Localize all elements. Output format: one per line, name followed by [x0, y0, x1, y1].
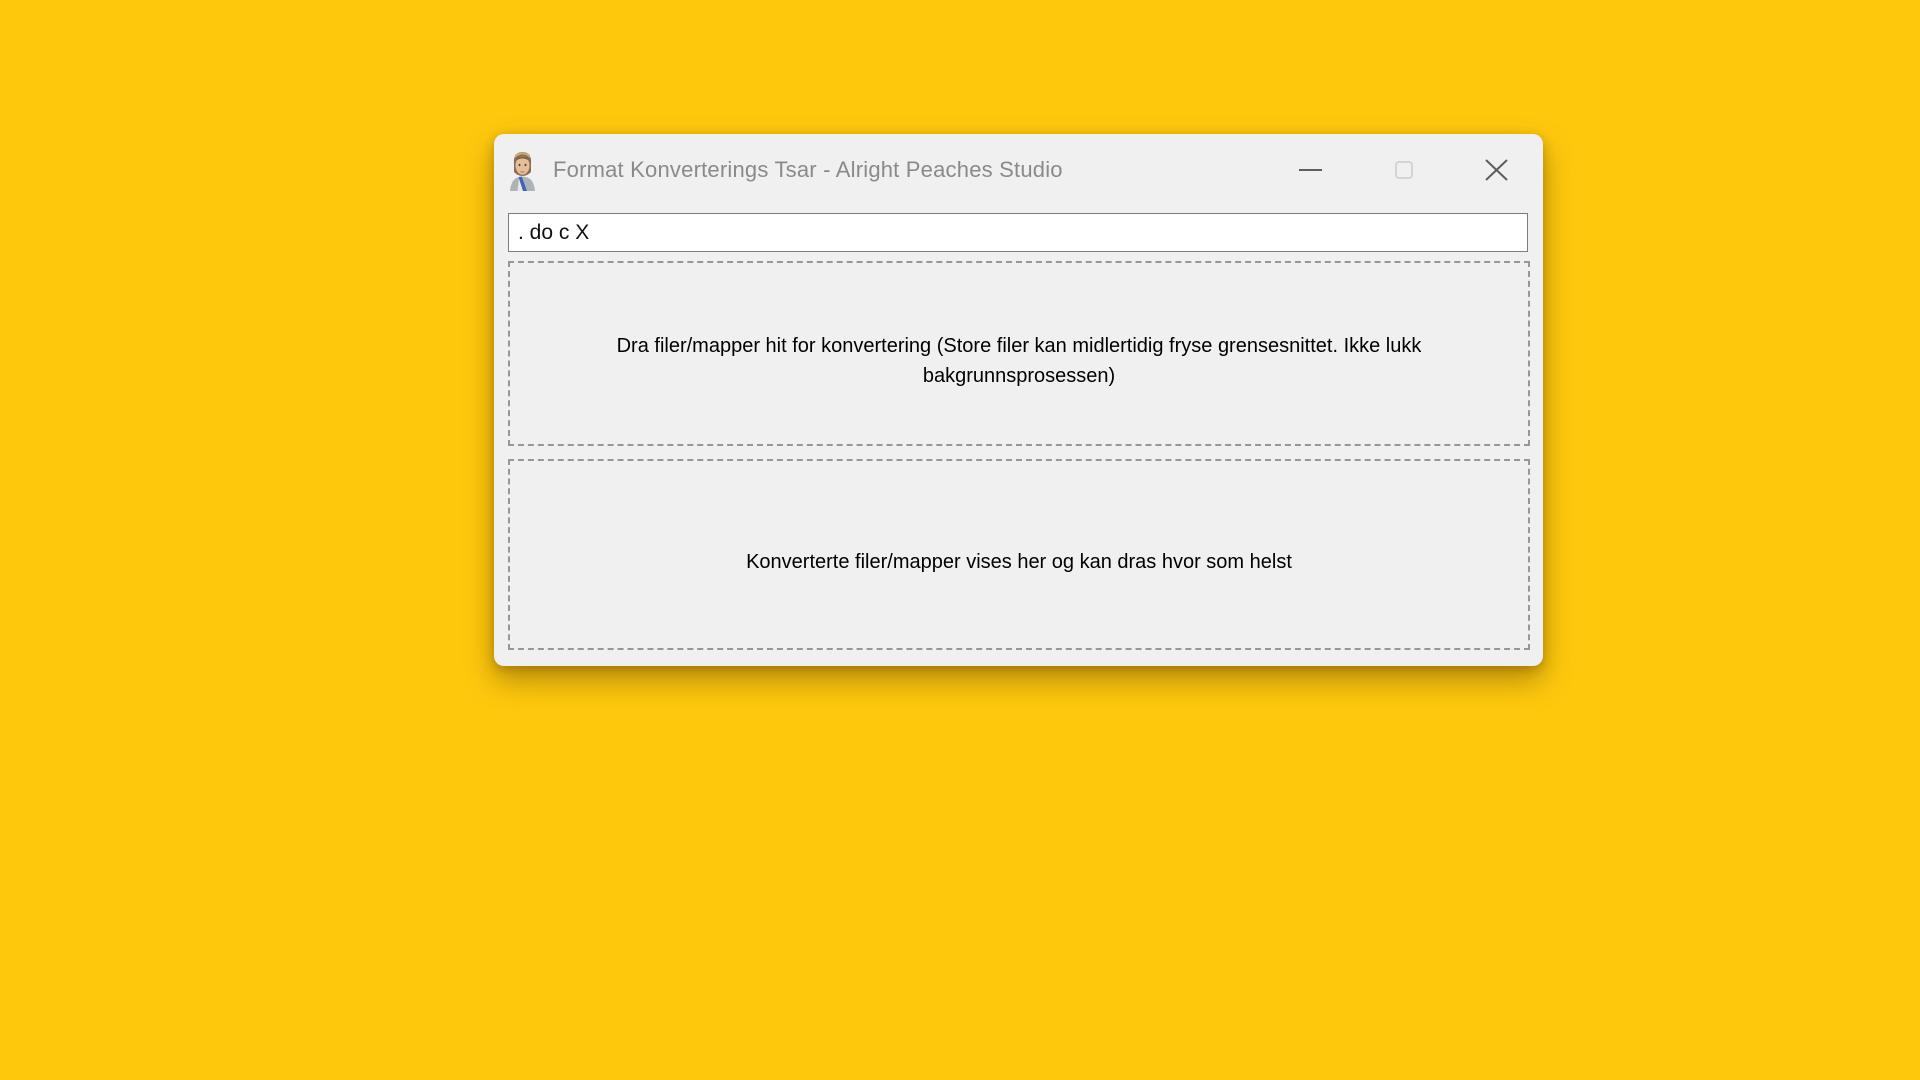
app-window: Format Konverterings Tsar - Alright Peac… — [494, 134, 1543, 666]
window-controls — [1264, 134, 1543, 206]
tsar-portrait-icon — [507, 149, 538, 191]
maximize-button[interactable] — [1357, 134, 1450, 206]
drop-zone-converted-label: Konverterte filer/mapper vises her og ka… — [746, 533, 1292, 577]
titlebar[interactable]: Format Konverterings Tsar - Alright Peac… — [494, 134, 1543, 206]
window-title: Format Konverterings Tsar - Alright Peac… — [553, 157, 1063, 183]
minimize-button[interactable] — [1264, 134, 1357, 206]
minimize-icon — [1299, 169, 1322, 171]
drop-zone-convert-label: Dra filer/mapper hit for konvertering (S… — [524, 317, 1514, 391]
close-button[interactable] — [1450, 134, 1543, 206]
desktop-background: Format Konverterings Tsar - Alright Peac… — [0, 0, 1920, 1080]
drop-zone-convert[interactable]: Dra filer/mapper hit for konvertering (S… — [508, 261, 1530, 446]
maximize-icon — [1395, 161, 1413, 179]
format-input[interactable] — [508, 213, 1528, 252]
close-icon — [1484, 158, 1509, 182]
drop-zone-converted[interactable]: Konverterte filer/mapper vises her og ka… — [508, 459, 1530, 650]
